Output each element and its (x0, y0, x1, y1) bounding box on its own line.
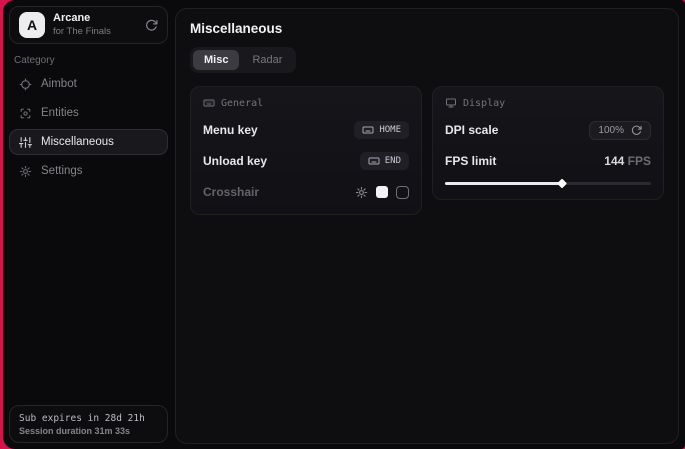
crosshair-color-picker-outline[interactable] (396, 186, 409, 199)
app-name: Arcane (53, 12, 137, 26)
menu-key-bind-button[interactable]: HOME (354, 121, 409, 139)
sidebar-nav: Aimbot Entities Miscellaneous Settings (9, 71, 168, 184)
category-label: Category (14, 55, 55, 66)
fps-limit-value: 144 FPS (604, 154, 651, 168)
sidebar-item-aimbot[interactable]: Aimbot (9, 71, 168, 97)
unload-key-row: Unload key END (203, 151, 409, 171)
crosshair-label: Crosshair (203, 185, 259, 199)
fps-limit-label: FPS limit (445, 154, 496, 168)
sidebar: A Arcane for The Finals Category Aimbot (3, 0, 175, 449)
sub-expires-text: Sub expires in 28d 21h (19, 413, 158, 424)
sidebar-item-entities[interactable]: Entities (9, 100, 168, 126)
tabbar: Misc Radar (190, 47, 296, 73)
sidebar-item-label: Aimbot (41, 78, 77, 90)
display-card: Display DPI scale 100% FPS limit 144 (432, 86, 664, 200)
subscription-info-card: Sub expires in 28d 21h Session duration … (9, 405, 168, 443)
slider-handle[interactable] (557, 178, 567, 188)
unload-key-bind-button[interactable]: END (360, 152, 409, 170)
gear-icon (19, 165, 32, 178)
crosshair-icon (19, 78, 32, 91)
page-title: Miscellaneous (190, 21, 664, 36)
menu-key-label: Menu key (203, 123, 258, 137)
scan-icon (19, 107, 32, 120)
crosshair-color-swatch[interactable] (376, 186, 388, 198)
sliders-icon (19, 136, 32, 149)
dpi-scale-button[interactable]: 100% (589, 121, 651, 140)
logo-card: A Arcane for The Finals (9, 6, 168, 44)
crosshair-row: Crosshair (203, 182, 409, 202)
keyboard-icon (362, 124, 374, 136)
app-subtitle: for The Finals (53, 26, 137, 38)
keyboard-icon (368, 155, 380, 167)
main-panel: Miscellaneous Misc Radar General Menu ke… (175, 8, 679, 444)
app-window: A Arcane for The Finals Category Aimbot (3, 0, 685, 449)
display-card-title: Display (463, 98, 505, 109)
app-logo: A (19, 12, 45, 38)
fps-limit-row: FPS limit 144 FPS (445, 151, 651, 171)
unload-key-value: END (385, 156, 401, 166)
slider-fill (445, 182, 562, 185)
general-card: General Menu key HOME Unload key (190, 86, 422, 215)
menu-key-row: Menu key HOME (203, 120, 409, 140)
keyboard-icon (203, 97, 215, 109)
dpi-scale-value: 100% (598, 125, 624, 136)
general-card-title: General (221, 98, 263, 109)
sidebar-item-label: Miscellaneous (41, 136, 114, 148)
dpi-scale-row: DPI scale 100% (445, 120, 651, 140)
sidebar-item-miscellaneous[interactable]: Miscellaneous (9, 129, 168, 155)
fps-limit-slider[interactable] (445, 180, 651, 187)
tab-misc[interactable]: Misc (193, 50, 239, 70)
sidebar-item-label: Settings (41, 165, 83, 177)
session-duration-text: Session duration 31m 33s (19, 426, 158, 436)
tab-radar[interactable]: Radar (241, 50, 293, 70)
refresh-icon (631, 125, 642, 136)
monitor-icon (445, 97, 457, 109)
dpi-scale-label: DPI scale (445, 123, 498, 137)
crosshair-settings-gear-icon[interactable] (355, 186, 368, 199)
sidebar-item-label: Entities (41, 107, 79, 119)
menu-key-value: HOME (379, 125, 401, 135)
sidebar-item-settings[interactable]: Settings (9, 158, 168, 184)
unload-key-label: Unload key (203, 154, 267, 168)
refresh-icon[interactable] (145, 19, 158, 32)
